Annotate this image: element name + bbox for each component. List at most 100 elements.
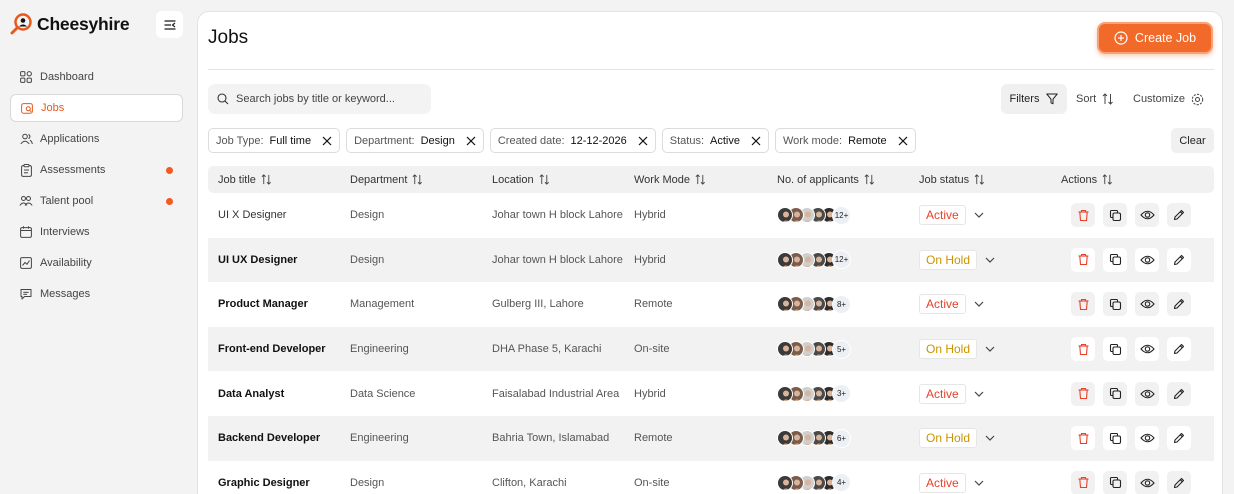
sidebar-item-dashboard[interactable]: Dashboard — [10, 63, 183, 91]
status-dropdown[interactable]: Active — [919, 383, 1061, 404]
column-header-work-mode[interactable]: Work Mode — [634, 174, 777, 186]
duplicate-button[interactable] — [1103, 203, 1127, 228]
close-icon[interactable] — [637, 135, 649, 147]
applicant-avatars[interactable]: 8+ — [777, 294, 919, 314]
duplicate-button[interactable] — [1103, 381, 1127, 406]
table-row[interactable]: Graphic Designer Design Clifton, Karachi On… — [208, 461, 1214, 494]
chevron-down-icon — [974, 388, 984, 400]
table-row[interactable]: Product Manager Management Gulberg III, La… — [208, 282, 1214, 327]
trash-icon — [1077, 253, 1090, 266]
edit-button[interactable] — [1167, 381, 1191, 406]
column-label: No. of applicants — [777, 173, 859, 186]
applicant-avatars[interactable]: 3+ — [777, 384, 919, 404]
view-button[interactable] — [1135, 470, 1159, 494]
sidebar-item-availability[interactable]: Availability — [10, 249, 183, 277]
sidebar-item-applications[interactable]: Applications — [10, 125, 183, 153]
customize-button[interactable]: Customize — [1133, 84, 1204, 114]
sidebar-item-talent-pool[interactable]: Talent pool — [10, 187, 183, 215]
edit-button[interactable] — [1167, 247, 1191, 272]
table-row[interactable]: UI X Designer Design Johar town H block La… — [208, 193, 1214, 238]
sidebar-collapse-button[interactable] — [156, 11, 183, 38]
status-dropdown[interactable]: On Hold — [919, 249, 1061, 270]
edit-button[interactable] — [1167, 203, 1191, 228]
create-job-button[interactable]: Create Job — [1097, 22, 1213, 54]
applicant-avatars[interactable]: 6+ — [777, 428, 919, 448]
close-icon[interactable] — [465, 135, 477, 147]
column-header-actions[interactable]: Actions — [1061, 174, 1214, 186]
sidebar-item-interviews[interactable]: Interviews — [10, 218, 183, 246]
edit-button[interactable] — [1167, 292, 1191, 317]
view-button[interactable] — [1135, 381, 1159, 406]
filter-value: Design — [420, 134, 455, 147]
column-header-applicants[interactable]: No. of applicants — [777, 174, 919, 186]
table-row[interactable]: Data Analyst Data Science Faisalabad Indus… — [208, 371, 1214, 416]
view-button[interactable] — [1135, 337, 1159, 362]
sidebar-item-jobs[interactable]: Jobs — [10, 94, 183, 122]
edit-button[interactable] — [1167, 470, 1191, 494]
close-icon[interactable] — [750, 135, 762, 147]
location-cell: Johar town H block Lahore — [492, 253, 623, 266]
job-title-cell[interactable]: Front-end Developer — [208, 343, 350, 355]
close-icon[interactable] — [321, 135, 333, 147]
filters-button[interactable]: Filters — [1001, 84, 1067, 114]
job-title-cell[interactable]: UI X Designer — [208, 209, 350, 221]
column-header-department[interactable]: Department — [350, 174, 492, 186]
status-dropdown[interactable]: Active — [919, 472, 1061, 493]
duplicate-button[interactable] — [1103, 292, 1127, 317]
status-dropdown[interactable]: Active — [919, 205, 1061, 226]
job-title-cell[interactable]: Product Manager — [208, 298, 350, 310]
applicant-avatars[interactable]: 12+ — [777, 250, 919, 270]
brand-logo[interactable]: Cheesyhire — [10, 12, 130, 36]
duplicate-button[interactable] — [1103, 337, 1127, 362]
delete-button[interactable] — [1071, 470, 1095, 494]
status-dropdown[interactable]: On Hold — [919, 428, 1061, 449]
column-header-job-status[interactable]: Job status — [919, 174, 1061, 186]
sort-icon — [974, 174, 985, 185]
work-mode-cell: Remote — [634, 298, 673, 311]
job-title-cell[interactable]: Data Analyst — [208, 388, 350, 400]
view-button[interactable] — [1135, 292, 1159, 317]
job-title-cell[interactable]: UI UX Designer — [208, 254, 350, 266]
delete-button[interactable] — [1071, 337, 1095, 362]
status-dropdown[interactable]: On Hold — [919, 339, 1061, 360]
sort-button[interactable]: Sort — [1076, 84, 1114, 114]
column-header-job-title[interactable]: Job title — [208, 174, 350, 186]
applicant-count: 4+ — [832, 473, 851, 493]
table-row[interactable]: Backend Developer Engineering Bahria Town,… — [208, 415, 1214, 461]
table-row[interactable]: Front-end Developer Engineering DHA Phase … — [208, 326, 1214, 372]
sort-icon — [864, 174, 874, 185]
table-row[interactable]: UI UX Designer Design Johar town H block L… — [208, 237, 1214, 283]
customize-label: Customize — [1133, 93, 1185, 105]
job-title-cell[interactable]: Graphic Designer — [208, 477, 350, 489]
delete-button[interactable] — [1071, 292, 1095, 317]
delete-button[interactable] — [1071, 381, 1095, 406]
duplicate-button[interactable] — [1103, 247, 1127, 272]
delete-button[interactable] — [1071, 203, 1095, 228]
view-button[interactable] — [1135, 247, 1159, 272]
sidebar-item-messages[interactable]: Messages — [10, 280, 183, 308]
search-input[interactable] — [236, 93, 416, 105]
duplicate-button[interactable] — [1103, 426, 1127, 451]
applicant-avatars[interactable]: 4+ — [777, 473, 919, 493]
close-icon[interactable] — [897, 135, 909, 147]
avatar — [777, 341, 793, 358]
edit-button[interactable] — [1167, 426, 1191, 451]
edit-button[interactable] — [1167, 337, 1191, 362]
status-dropdown[interactable]: Active — [919, 294, 1061, 315]
view-button[interactable] — [1135, 203, 1159, 228]
applicant-avatars[interactable]: 5+ — [777, 339, 919, 359]
delete-button[interactable] — [1071, 426, 1095, 451]
column-header-location[interactable]: Location — [492, 174, 634, 186]
duplicate-button[interactable] — [1103, 470, 1127, 494]
delete-button[interactable] — [1071, 247, 1095, 272]
chart-icon — [19, 256, 33, 270]
department-cell: Data Science — [350, 387, 416, 400]
filter-key: Department: — [354, 134, 415, 147]
clear-filters-button[interactable]: Clear — [1171, 128, 1214, 153]
search-icon — [217, 93, 229, 105]
sidebar-item-assessments[interactable]: Assessments — [10, 156, 183, 184]
applicant-avatars[interactable]: 12+ — [777, 205, 919, 225]
row-actions — [1061, 292, 1214, 317]
job-title-cell[interactable]: Backend Developer — [208, 432, 350, 444]
view-button[interactable] — [1135, 426, 1159, 451]
